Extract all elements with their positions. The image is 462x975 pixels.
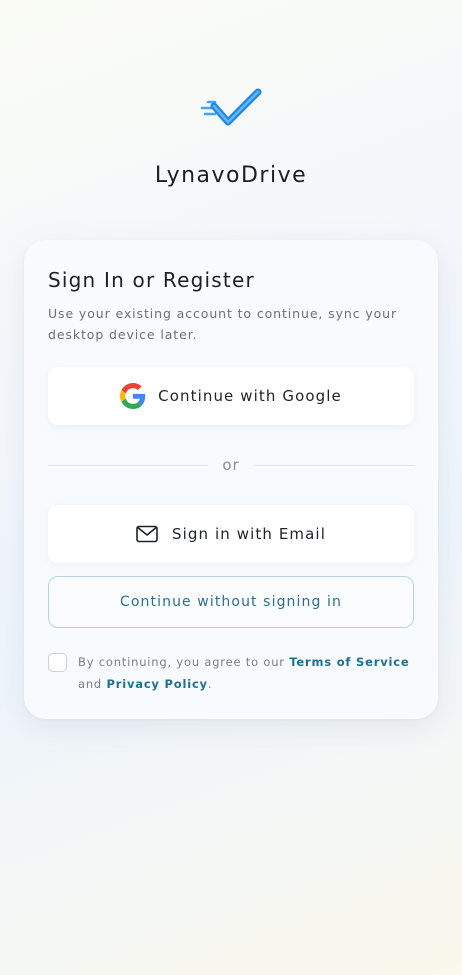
app-logo-icon [200, 84, 264, 132]
email-button-label: Sign in with Email [172, 525, 326, 543]
consent-checkbox[interactable] [48, 653, 67, 672]
continue-with-google-button[interactable]: Continue with Google [48, 367, 414, 425]
or-divider: or [48, 455, 415, 475]
divider-line-left [48, 464, 209, 466]
continue-without-signing-in-button[interactable]: Continue without signing in [48, 576, 414, 628]
google-button-label: Continue with Google [158, 387, 342, 405]
mail-icon [136, 525, 158, 543]
app-title: LynavoDrive [154, 163, 308, 188]
card-subtitle: Use your existing account to continue, s… [48, 306, 398, 342]
consent-suffix: . [207, 676, 213, 691]
sign-in-with-email-button[interactable]: Sign in with Email [48, 505, 414, 563]
divider-line-right [253, 464, 415, 466]
sign-in-card: Sign In or Register Use your existing ac… [24, 240, 438, 719]
consent-text: By continuing, you agree to our Terms of… [78, 652, 414, 695]
google-icon [120, 383, 146, 409]
privacy-policy-link[interactable]: Privacy Policy [107, 677, 208, 691]
terms-of-service-link[interactable]: Terms of Service [289, 655, 409, 669]
divider-or-text: or [222, 456, 240, 474]
consent-prefix: By continuing, you agree to our [78, 655, 285, 669]
consent-conjunction: and [78, 676, 103, 691]
card-title: Sign In or Register [48, 268, 255, 292]
